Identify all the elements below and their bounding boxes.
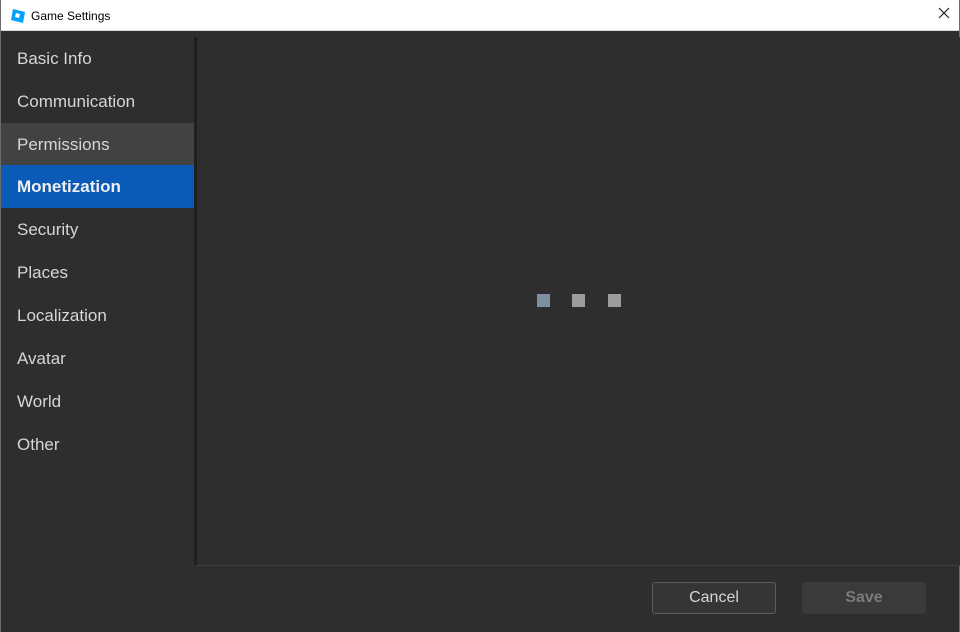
sidebar-item-localization[interactable]: Localization bbox=[1, 294, 194, 337]
sidebar-item-communication[interactable]: Communication bbox=[1, 80, 194, 123]
sidebar-item-other[interactable]: Other bbox=[1, 423, 194, 466]
sidebar-item-monetization[interactable]: Monetization bbox=[1, 165, 194, 208]
sidebar-item-avatar[interactable]: Avatar bbox=[1, 337, 194, 380]
sidebar-item-label: World bbox=[17, 391, 62, 411]
cancel-button[interactable]: Cancel bbox=[652, 582, 776, 614]
loading-dot bbox=[537, 294, 550, 307]
save-button[interactable]: Save bbox=[802, 582, 926, 614]
sidebar-item-world[interactable]: World bbox=[1, 380, 194, 423]
sidebar-item-label: Avatar bbox=[17, 348, 66, 368]
title-bar: Game Settings bbox=[1, 0, 959, 31]
close-button[interactable] bbox=[929, 0, 959, 30]
settings-sidebar: Basic Info Communication Permissions Mon… bbox=[1, 37, 194, 565]
sidebar-item-places[interactable]: Places bbox=[1, 251, 194, 294]
loading-dot bbox=[608, 294, 621, 307]
sidebar-item-security[interactable]: Security bbox=[1, 208, 194, 251]
window-title: Game Settings bbox=[31, 9, 111, 23]
sidebar-item-label: Basic Info bbox=[17, 48, 92, 68]
game-settings-window: Game Settings Basic Info Communication P… bbox=[0, 0, 960, 632]
close-icon bbox=[938, 6, 950, 24]
sidebar-item-label: Security bbox=[17, 219, 79, 239]
sidebar-item-label: Localization bbox=[17, 305, 107, 325]
sidebar-item-permissions[interactable]: Permissions bbox=[1, 123, 194, 166]
sidebar-item-label: Monetization bbox=[17, 176, 121, 196]
roblox-studio-icon bbox=[10, 8, 26, 24]
sidebar-item-label: Permissions bbox=[17, 134, 110, 154]
sidebar-item-label: Communication bbox=[17, 91, 136, 111]
sidebar-item-label: Places bbox=[17, 262, 69, 282]
sidebar-item-basic-info[interactable]: Basic Info bbox=[1, 37, 194, 80]
sidebar-item-label: Other bbox=[17, 434, 60, 454]
loading-dot bbox=[572, 294, 585, 307]
settings-content-panel bbox=[197, 37, 960, 565]
